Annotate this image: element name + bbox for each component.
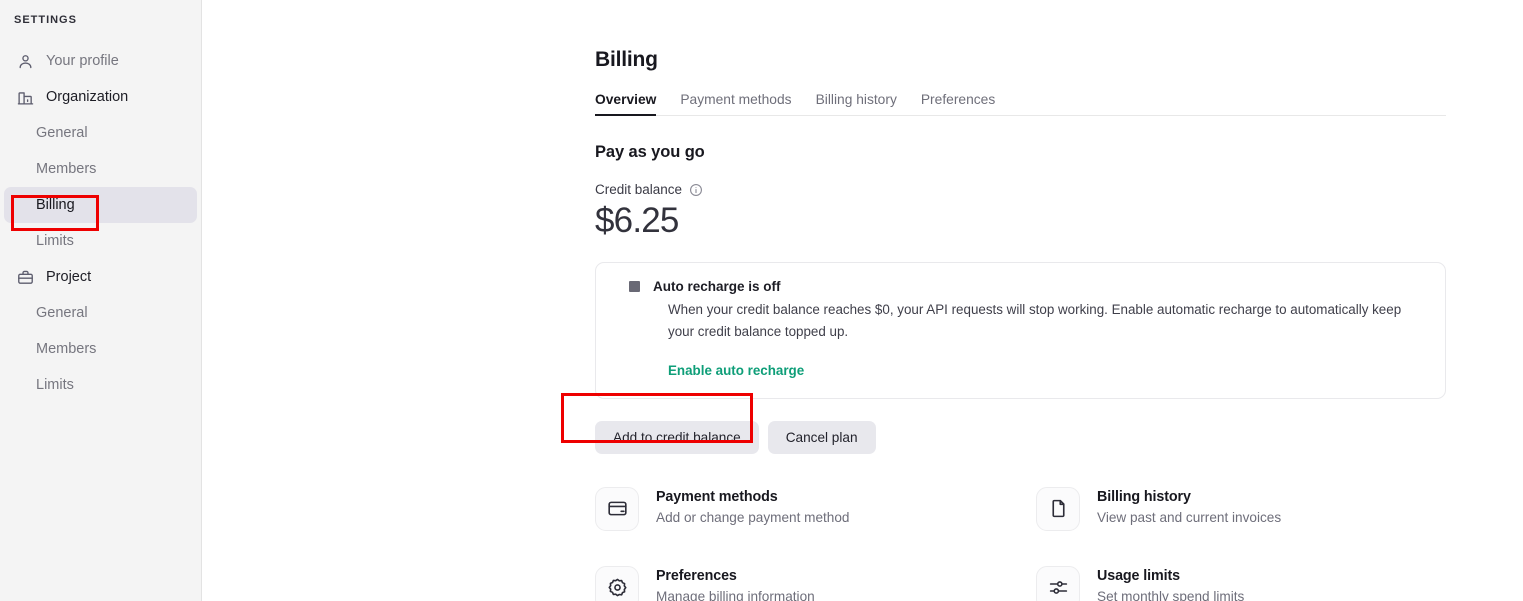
card-text: Billing history View past and current in… <box>1097 487 1281 525</box>
sidebar-item-label: Billing <box>36 197 75 213</box>
card-title: Billing history <box>1097 488 1191 505</box>
sidebar-item-org-general[interactable]: General <box>4 115 197 151</box>
square-stop-icon <box>629 280 640 292</box>
user-icon <box>16 52 34 70</box>
gear-icon <box>595 565 639 601</box>
credit-balance-label-row: Credit balance <box>595 182 1446 197</box>
enable-auto-recharge-link[interactable]: Enable auto recharge <box>668 363 804 378</box>
card-subtitle: Set monthly spend limits <box>1097 588 1245 601</box>
add-to-credit-balance-button[interactable]: Add to credit balance <box>595 420 759 454</box>
sidebar-item-org-limits[interactable]: Limits <box>4 223 197 259</box>
sidebar-item-label: General <box>36 125 88 141</box>
tab-preferences[interactable]: Preferences <box>921 92 995 115</box>
sidebar-item-label: Members <box>36 341 97 357</box>
sidebar-item-label: Project <box>46 269 92 285</box>
card-subtitle: Add or change payment method <box>656 509 850 525</box>
billing-panel: Billing Overview Payment methods Billing… <box>595 0 1446 601</box>
main-content: Billing Overview Payment methods Billing… <box>202 0 1523 601</box>
cancel-plan-button[interactable]: Cancel plan <box>767 420 876 454</box>
auto-recharge-notice-header: Auto recharge is off <box>614 279 1427 294</box>
card-subtitle: Manage billing information <box>656 588 815 601</box>
card-billing-history[interactable]: Billing history View past and current in… <box>1036 486 1446 531</box>
sidebar-item-project-general[interactable]: General <box>4 295 197 331</box>
auto-recharge-title: Auto recharge is off <box>653 278 781 294</box>
sidebar-item-org-billing[interactable]: Billing <box>4 187 197 223</box>
card-payment-methods[interactable]: Payment methods Add or change payment me… <box>595 486 1036 531</box>
sidebar-item-your-profile[interactable]: Your profile <box>4 43 197 79</box>
card-title: Usage limits <box>1097 567 1181 584</box>
card-text: Payment methods Add or change payment me… <box>656 487 849 525</box>
tab-billing-history[interactable]: Billing history <box>816 92 897 115</box>
sidebar-item-organization[interactable]: Organization <box>4 79 197 115</box>
auto-recharge-notice: Auto recharge is off When your credit ba… <box>595 261 1446 399</box>
card-subtitle: View past and current invoices <box>1097 509 1282 525</box>
credit-balance-label: Credit balance <box>595 182 683 197</box>
sidebar: SETTINGS Your profile Organization Gener… <box>0 0 202 601</box>
sidebar-item-label: Limits <box>36 377 74 393</box>
card-title: Payment methods <box>656 488 778 505</box>
sidebar-item-label: Organization <box>46 89 129 105</box>
sidebar-item-label: Limits <box>36 233 74 249</box>
card-preferences[interactable]: Preferences Manage billing information <box>595 565 1036 601</box>
sidebar-item-project-limits[interactable]: Limits <box>4 367 197 403</box>
card-title: Preferences <box>656 567 737 584</box>
sidebar-item-label: Your profile <box>46 53 119 69</box>
tab-payment-methods[interactable]: Payment methods <box>680 92 791 115</box>
card-text: Usage limits Set monthly spend limits <box>1097 566 1244 601</box>
info-circle-icon[interactable] <box>689 183 703 197</box>
sliders-icon <box>1036 565 1080 601</box>
document-icon <box>1036 486 1080 531</box>
card-usage-limits[interactable]: Usage limits Set monthly spend limits <box>1036 565 1446 601</box>
sidebar-item-project[interactable]: Project <box>4 259 197 295</box>
building-icon <box>16 88 34 106</box>
credit-balance-amount: $6.25 <box>595 201 679 240</box>
card-text: Preferences Manage billing information <box>656 566 815 601</box>
sidebar-heading: SETTINGS <box>14 14 77 26</box>
page-title: Billing <box>595 48 658 71</box>
sidebar-item-org-members[interactable]: Members <box>4 151 197 187</box>
sidebar-item-project-members[interactable]: Members <box>4 331 197 367</box>
billing-links-grid: Payment methods Add or change payment me… <box>595 486 1446 601</box>
settings-page: SETTINGS Your profile Organization Gener… <box>0 0 1523 601</box>
billing-actions: Add to credit balance Cancel plan <box>595 420 1446 454</box>
credit-card-icon <box>595 486 639 531</box>
sidebar-item-label: Members <box>36 161 97 177</box>
section-title-pay-as-you-go: Pay as you go <box>595 143 705 161</box>
tab-overview[interactable]: Overview <box>595 92 657 116</box>
auto-recharge-body: When your credit balance reaches $0, you… <box>668 301 1402 339</box>
briefcase-icon <box>16 268 34 286</box>
sidebar-item-label: General <box>36 305 88 321</box>
billing-tabs: Overview Payment methods Billing history… <box>595 92 1446 116</box>
